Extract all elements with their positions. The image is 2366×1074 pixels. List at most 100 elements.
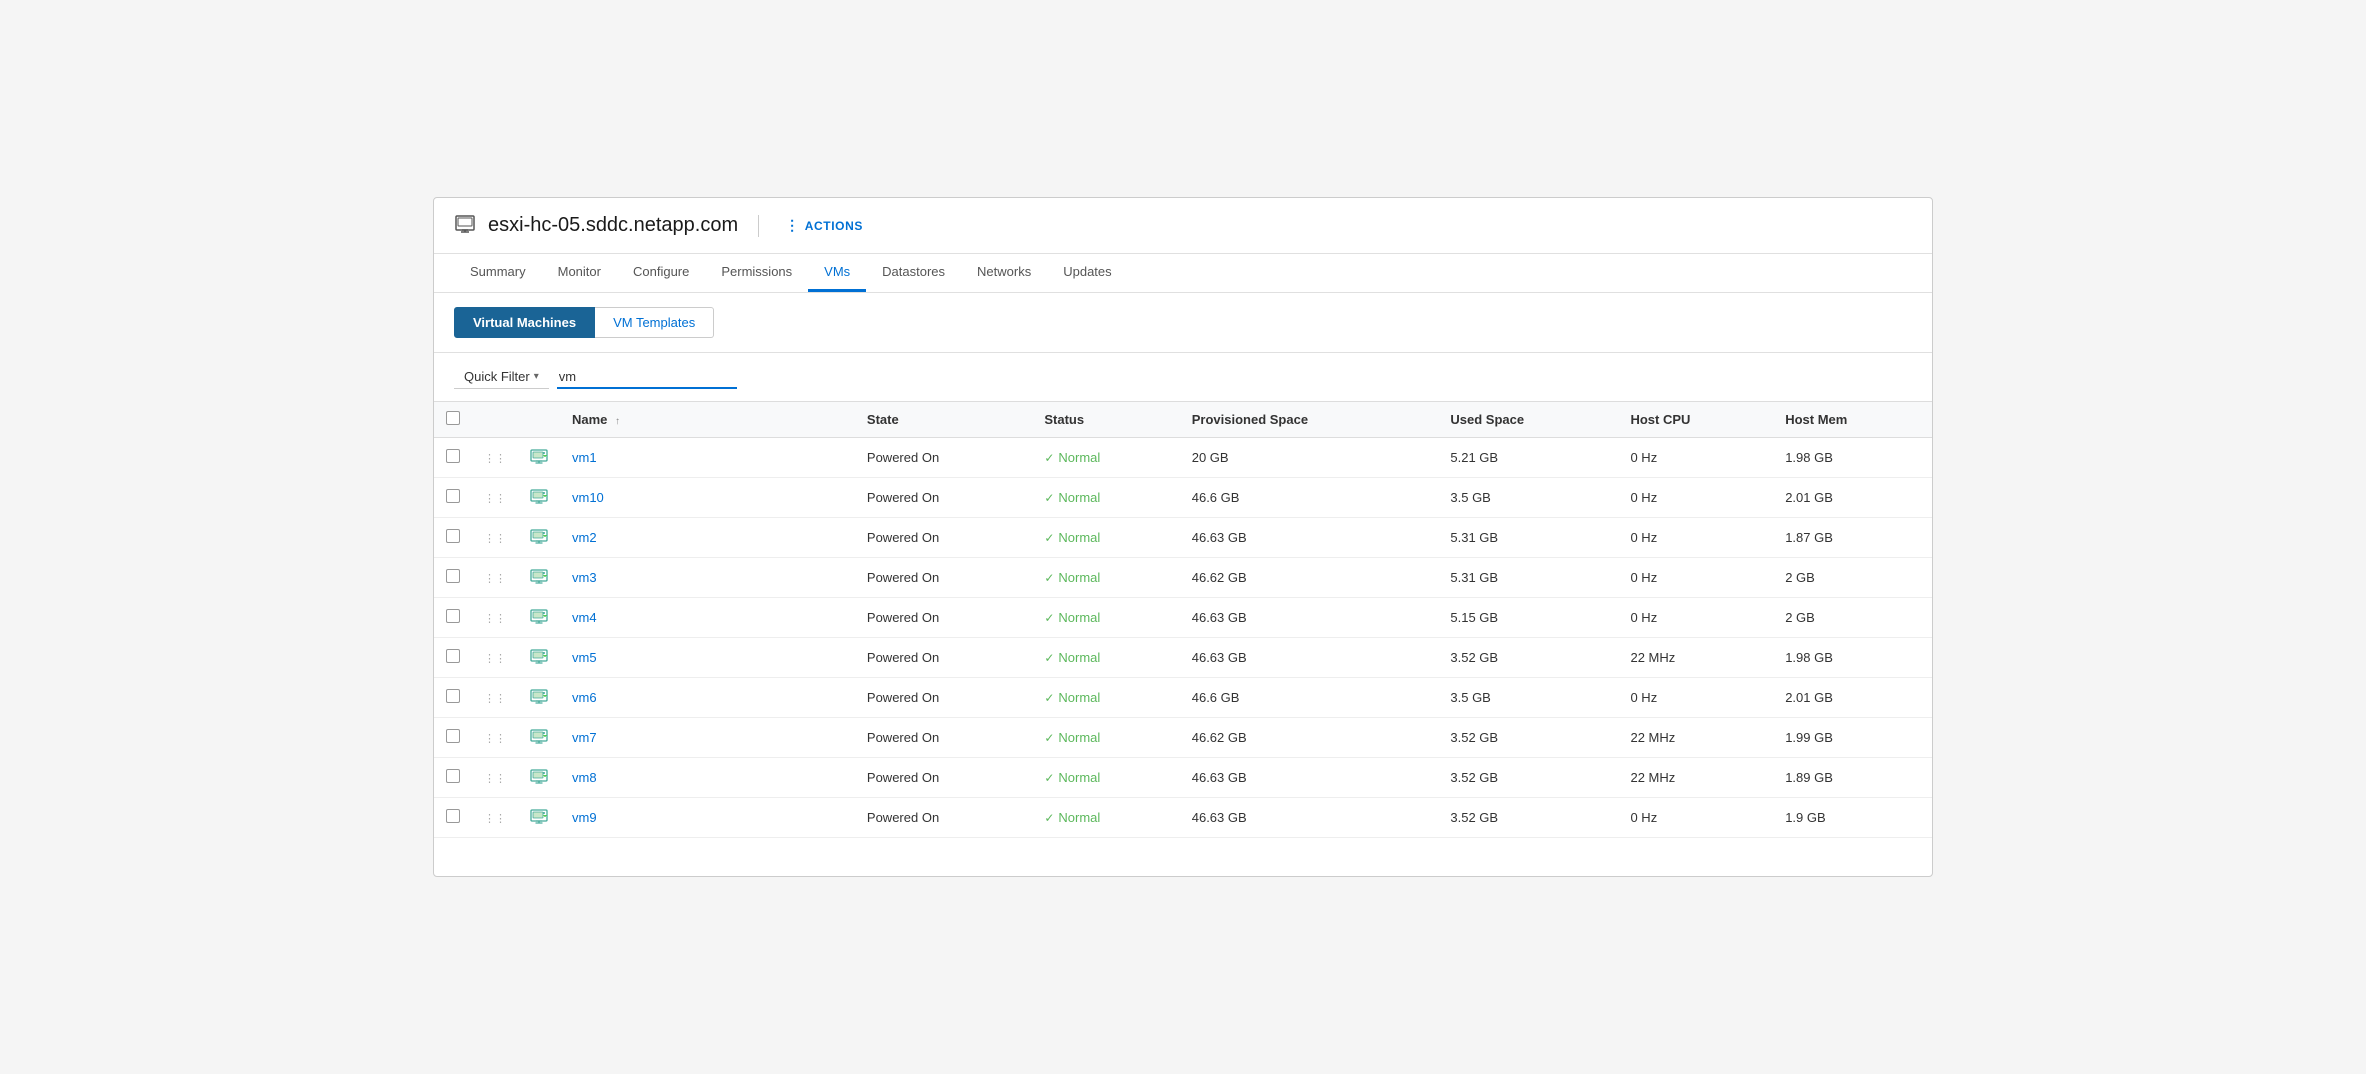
row-provisioned-space-cell: 46.63 GB [1180, 758, 1439, 798]
actions-button[interactable]: ⋮ ACTIONS [779, 213, 869, 238]
th-name[interactable]: Name ↑ [560, 402, 855, 438]
tab-configure[interactable]: Configure [617, 254, 705, 292]
row-host-mem-cell: 2.01 GB [1773, 678, 1932, 718]
row-host-mem-cell: 2.01 GB [1773, 478, 1932, 518]
row-host-mem-cell: 1.98 GB [1773, 638, 1932, 678]
drag-handle-icon[interactable]: ⋮⋮ [484, 533, 506, 545]
row-status-cell: ✓ Normal [1032, 678, 1179, 718]
row-drag-cell: ⋮⋮ [472, 678, 518, 718]
status-text: Normal [1058, 770, 1100, 785]
row-checkbox[interactable] [446, 809, 460, 823]
row-checkbox[interactable] [446, 449, 460, 463]
vm-link[interactable]: vm7 [572, 730, 597, 745]
row-checkbox-cell [434, 518, 472, 558]
row-checkbox[interactable] [446, 769, 460, 783]
table-row: ⋮⋮ vm6 Powered On [434, 678, 1932, 718]
row-icon-cell [518, 798, 560, 838]
filter-input[interactable] [557, 366, 737, 389]
row-name-cell: vm10 [560, 478, 855, 518]
row-icon-cell [518, 518, 560, 558]
status-text: Normal [1058, 490, 1100, 505]
vm-table-body: ⋮⋮ vm1 Powered On [434, 438, 1932, 838]
row-checkbox[interactable] [446, 569, 460, 583]
row-state-cell: Powered On [855, 438, 1032, 478]
row-used-space-cell: 3.52 GB [1438, 758, 1618, 798]
name-sort-icon: ↑ [615, 416, 620, 427]
row-used-space-cell: 3.52 GB [1438, 798, 1618, 838]
row-name-cell: vm7 [560, 718, 855, 758]
drag-handle-icon[interactable]: ⋮⋮ [484, 613, 506, 625]
sub-nav-vm-templates[interactable]: VM Templates [595, 307, 714, 338]
row-checkbox-cell [434, 438, 472, 478]
vm-link[interactable]: vm9 [572, 810, 597, 825]
drag-handle-icon[interactable]: ⋮⋮ [484, 493, 506, 505]
drag-handle-icon[interactable]: ⋮⋮ [484, 653, 506, 665]
row-checkbox[interactable] [446, 529, 460, 543]
row-checkbox[interactable] [446, 609, 460, 623]
row-host-cpu-cell: 0 Hz [1618, 438, 1773, 478]
drag-handle-icon[interactable]: ⋮⋮ [484, 733, 506, 745]
row-checkbox[interactable] [446, 689, 460, 703]
row-provisioned-space-cell: 46.6 GB [1180, 678, 1439, 718]
page-header: esxi-hc-05.sddc.netapp.com ⋮ ACTIONS [434, 198, 1932, 254]
drag-handle-icon[interactable]: ⋮⋮ [484, 693, 506, 705]
quick-filter-dropdown[interactable]: Quick Filter ▾ [454, 365, 549, 389]
row-checkbox-cell [434, 598, 472, 638]
row-icon-cell [518, 598, 560, 638]
row-icon-cell [518, 718, 560, 758]
row-provisioned-space-cell: 46.62 GB [1180, 558, 1439, 598]
tab-vms[interactable]: VMs [808, 254, 866, 292]
row-checkbox[interactable] [446, 729, 460, 743]
main-container: esxi-hc-05.sddc.netapp.com ⋮ ACTIONS Sum… [433, 197, 1933, 877]
vm-link[interactable]: vm1 [572, 450, 597, 465]
row-provisioned-space-cell: 46.63 GB [1180, 598, 1439, 638]
row-provisioned-space-cell: 46.6 GB [1180, 478, 1439, 518]
row-checkbox[interactable] [446, 649, 460, 663]
row-used-space-cell: 3.5 GB [1438, 678, 1618, 718]
check-icon: ✓ [1044, 691, 1054, 705]
tab-networks[interactable]: Networks [961, 254, 1047, 292]
tab-permissions[interactable]: Permissions [705, 254, 808, 292]
row-name-cell: vm4 [560, 598, 855, 638]
actions-dots-icon: ⋮ [785, 217, 800, 234]
row-status-cell: ✓ Normal [1032, 718, 1179, 758]
row-state-cell: Powered On [855, 478, 1032, 518]
tab-datastores[interactable]: Datastores [866, 254, 961, 292]
vm-icon [530, 807, 548, 825]
vm-link[interactable]: vm2 [572, 530, 597, 545]
vm-icon [530, 727, 548, 745]
filter-row: Quick Filter ▾ [434, 353, 1932, 401]
row-host-cpu-cell: 0 Hz [1618, 798, 1773, 838]
row-checkbox-cell [434, 558, 472, 598]
row-host-cpu-cell: 22 MHz [1618, 718, 1773, 758]
vm-table: Name ↑ State Status Provisioned Space Us… [434, 401, 1932, 838]
drag-handle-icon[interactable]: ⋮⋮ [484, 573, 506, 585]
sub-nav-virtual-machines[interactable]: Virtual Machines [454, 307, 595, 338]
drag-handle-icon[interactable]: ⋮⋮ [484, 813, 506, 825]
row-checkbox-cell [434, 798, 472, 838]
row-name-cell: vm6 [560, 678, 855, 718]
drag-handle-icon[interactable]: ⋮⋮ [484, 453, 506, 465]
table-row: ⋮⋮ vm7 Powered On [434, 718, 1932, 758]
row-host-mem-cell: 1.99 GB [1773, 718, 1932, 758]
vm-icon [530, 687, 548, 705]
row-host-cpu-cell: 22 MHz [1618, 638, 1773, 678]
row-provisioned-space-cell: 46.62 GB [1180, 718, 1439, 758]
tab-updates[interactable]: Updates [1047, 254, 1127, 292]
vm-link[interactable]: vm3 [572, 570, 597, 585]
th-state: State [855, 402, 1032, 438]
row-icon-cell [518, 438, 560, 478]
tab-monitor[interactable]: Monitor [542, 254, 617, 292]
row-name-cell: vm5 [560, 638, 855, 678]
vm-link[interactable]: vm6 [572, 690, 597, 705]
select-all-checkbox[interactable] [446, 411, 460, 425]
vm-link[interactable]: vm4 [572, 610, 597, 625]
row-checkbox[interactable] [446, 489, 460, 503]
drag-handle-icon[interactable]: ⋮⋮ [484, 773, 506, 785]
vm-link[interactable]: vm5 [572, 650, 597, 665]
vm-link[interactable]: vm10 [572, 490, 604, 505]
th-host-cpu: Host CPU [1618, 402, 1773, 438]
vm-link[interactable]: vm8 [572, 770, 597, 785]
tab-summary[interactable]: Summary [454, 254, 542, 292]
row-host-cpu-cell: 0 Hz [1618, 598, 1773, 638]
